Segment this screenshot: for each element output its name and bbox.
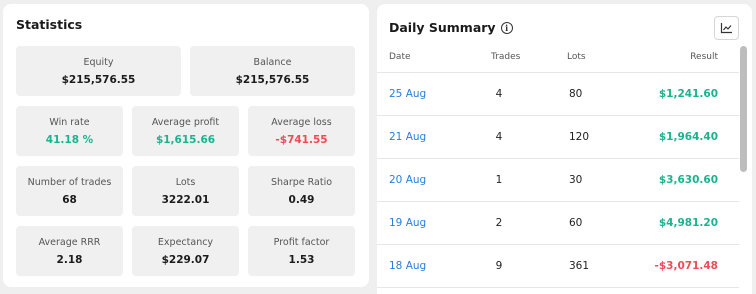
balance-card: Balance $215,576.55	[190, 46, 355, 96]
average-profit-label: Average profit	[151, 117, 220, 128]
average-loss-label: Average loss	[271, 117, 332, 128]
row-result: -$3,071.48	[654, 260, 718, 272]
expectancy-card: Expectancy $229.07	[132, 226, 239, 276]
table-row-partial	[377, 287, 739, 294]
row-date[interactable]: 25 Aug	[389, 88, 426, 100]
row-date[interactable]: 20 Aug	[389, 174, 426, 186]
row-lots: 80	[569, 88, 583, 100]
scrollbar-thumb[interactable]	[740, 46, 747, 172]
row-result: $1,241.60	[658, 88, 718, 100]
win-rate-value: 41.18 %	[45, 134, 94, 146]
row-trades: 2	[495, 217, 503, 229]
row-date[interactable]: 21 Aug	[389, 131, 426, 143]
profit-factor-label: Profit factor	[273, 237, 330, 248]
expectancy-label: Expectancy	[157, 237, 214, 248]
line-chart-icon	[720, 23, 732, 34]
row-result: $3,630.60	[658, 174, 718, 186]
row-result: $4,981.20	[658, 217, 718, 229]
row-lots: 60	[569, 217, 583, 229]
daily-summary-title: Daily Summary	[389, 20, 496, 35]
column-header-lots[interactable]: Lots	[567, 52, 586, 62]
statistics-title: Statistics	[16, 17, 83, 32]
statistics-panel: Statistics Equity $215,576.55 Balance $2…	[3, 4, 369, 287]
daily-summary-header: Daily Summary i	[389, 20, 513, 35]
profit-factor-value: 1.53	[288, 254, 315, 266]
lots-value: 3222.01	[161, 194, 210, 206]
table-row[interactable]: 18 Aug 9 361 -$3,071.48	[377, 244, 739, 287]
number-of-trades-label: Number of trades	[27, 177, 112, 188]
sharpe-ratio-label: Sharpe Ratio	[270, 177, 333, 188]
average-rrr-card: Average RRR 2.18	[16, 226, 123, 276]
equity-card: Equity $215,576.55	[16, 46, 181, 96]
expectancy-value: $229.07	[161, 254, 210, 266]
row-lots: 30	[569, 174, 583, 186]
equity-label: Equity	[83, 57, 114, 68]
row-trades: 4	[495, 88, 503, 100]
sharpe-ratio-value: 0.49	[288, 194, 315, 206]
row-trades: 1	[495, 174, 503, 186]
average-loss-card: Average loss -$741.55	[248, 106, 355, 156]
column-header-result[interactable]: Result	[690, 52, 718, 62]
row-trades: 9	[495, 260, 503, 272]
chart-view-button[interactable]	[714, 16, 739, 40]
daily-summary-panel: Daily Summary i Date Trades Lots Result …	[377, 4, 752, 294]
info-icon[interactable]: i	[500, 21, 513, 34]
row-result: $1,964.40	[658, 131, 718, 143]
number-of-trades-value: 68	[62, 194, 77, 206]
table-row[interactable]: 21 Aug 4 120 $1,964.40	[377, 115, 739, 158]
balance-label: Balance	[253, 57, 292, 68]
lots-card: Lots 3222.01	[132, 166, 239, 216]
profit-factor-card: Profit factor 1.53	[248, 226, 355, 276]
average-profit-card: Average profit $1,615.66	[132, 106, 239, 156]
column-header-date[interactable]: Date	[389, 52, 411, 62]
row-date[interactable]: 18 Aug	[389, 260, 426, 272]
balance-value: $215,576.55	[235, 74, 310, 86]
row-trades: 4	[495, 131, 503, 143]
equity-value: $215,576.55	[61, 74, 136, 86]
average-loss-value: -$741.55	[275, 134, 328, 146]
column-header-trades[interactable]: Trades	[491, 52, 520, 62]
table-row[interactable]: 25 Aug 4 80 $1,241.60	[377, 72, 739, 115]
row-lots: 120	[569, 131, 590, 143]
win-rate-card: Win rate 41.18 %	[16, 106, 123, 156]
table-row[interactable]: 20 Aug 1 30 $3,630.60	[377, 158, 739, 201]
average-profit-value: $1,615.66	[155, 134, 216, 146]
lots-label: Lots	[175, 177, 196, 188]
table-scrollbar[interactable]	[740, 40, 748, 294]
win-rate-label: Win rate	[49, 117, 90, 128]
row-lots: 361	[569, 260, 590, 272]
average-rrr-value: 2.18	[56, 254, 83, 266]
table-row[interactable]: 19 Aug 2 60 $4,981.20	[377, 201, 739, 244]
sharpe-ratio-card: Sharpe Ratio 0.49	[248, 166, 355, 216]
number-of-trades-card: Number of trades 68	[16, 166, 123, 216]
average-rrr-label: Average RRR	[38, 237, 101, 248]
row-date[interactable]: 19 Aug	[389, 217, 426, 229]
